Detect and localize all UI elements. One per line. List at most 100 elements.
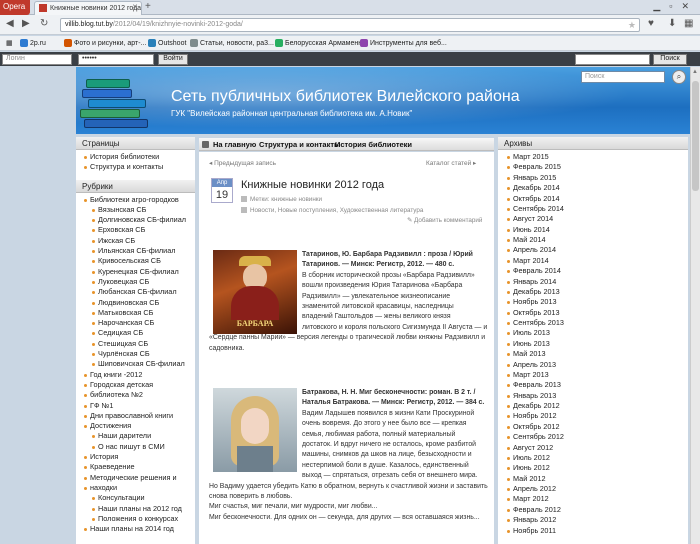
scroll-up-icon[interactable]: ▲ — [692, 69, 698, 75]
bookmark-tools[interactable]: Инструменты для веб... — [360, 39, 447, 47]
tab-active[interactable]: Книжные новинки 2012 года ✕ — [34, 1, 142, 15]
rubric-item[interactable]: Кривосельская СБ — [84, 256, 191, 266]
archive-item[interactable]: Июль 2012 — [506, 453, 684, 463]
book-cover-batrakova[interactable] — [213, 388, 297, 472]
archive-item[interactable]: Февраль 2014 — [506, 266, 684, 276]
scrollbar-thumb[interactable] — [692, 81, 699, 191]
rubric-item[interactable]: О нас пишут в СМИ — [84, 442, 191, 452]
speeddial-icon[interactable]: ▦ — [684, 18, 693, 29]
archive-item[interactable]: Февраль 2013 — [506, 380, 684, 390]
rubric-item[interactable]: Ерховская СБ — [84, 225, 191, 235]
archive-item[interactable]: Июль 2013 — [506, 328, 684, 338]
rubric-item[interactable]: Библиотеки агро-городков — [84, 195, 191, 205]
search-icon[interactable]: ⌕ — [672, 70, 686, 84]
rubric-item[interactable]: Людвиновская СБ — [84, 298, 191, 308]
rubric-item[interactable]: библиотека №2 — [84, 390, 191, 400]
site-title[interactable]: Сеть публичных библиотек Вилейского райо… — [171, 88, 520, 106]
next-post-link[interactable]: Каталог статей ▸ — [426, 159, 476, 167]
archive-item[interactable]: Февраль 2015 — [506, 162, 684, 172]
archive-item[interactable]: Январь 2013 — [506, 391, 684, 401]
archive-item[interactable]: Март 2012 — [506, 494, 684, 504]
tab-close-icon[interactable]: ✕ — [132, 3, 138, 11]
rubric-item[interactable]: Наши планы на 2012 год — [84, 504, 191, 514]
rubric-item[interactable]: Методические решения и — [84, 473, 191, 483]
window-controls[interactable]: ▁▫✕ — [653, 1, 698, 12]
archive-item[interactable]: Январь 2015 — [506, 173, 684, 183]
opera-menu-button[interactable]: Opera — [0, 0, 30, 15]
rubric-item[interactable]: Положения о конкурсах — [84, 514, 191, 524]
bookmarks-grid-icon[interactable]: ▦ — [6, 39, 13, 47]
rubric-item[interactable]: Краеведение — [84, 462, 191, 472]
rubric-item[interactable]: Любанская СБ-филиал — [84, 287, 191, 297]
sidebar-item-history[interactable]: История библиотеки — [84, 152, 191, 162]
top-search-button[interactable]: Поиск — [653, 54, 687, 65]
bookmark-star-icon[interactable]: ★ — [628, 20, 636, 31]
rubric-item[interactable]: Достижения — [84, 421, 191, 431]
archive-item[interactable]: Ноябрь 2013 — [506, 297, 684, 307]
archive-item[interactable]: Сентябрь 2013 — [506, 318, 684, 328]
rubric-item[interactable]: Седицкая СБ — [84, 328, 191, 338]
prev-post-link[interactable]: ◂ Предыдущая запись — [209, 159, 276, 167]
rubric-item[interactable]: Дни православной книги — [84, 411, 191, 421]
archive-item[interactable]: Апрель 2014 — [506, 245, 684, 255]
post-title[interactable]: Книжные новинки 2012 года — [241, 179, 384, 191]
archive-item[interactable]: Апрель 2012 — [506, 484, 684, 494]
archive-item[interactable]: Сентябрь 2012 — [506, 432, 684, 442]
reload-icon[interactable]: ↻ — [40, 18, 48, 29]
menu-history[interactable]: История библиотеки — [335, 140, 412, 149]
rubric-item[interactable]: Год книги -2012 — [84, 370, 191, 380]
password-input[interactable]: •••••• — [78, 54, 154, 65]
top-search-input[interactable] — [575, 54, 650, 65]
header-search-input[interactable]: Поиск — [581, 71, 665, 83]
archive-item[interactable]: Октябрь 2012 — [506, 422, 684, 432]
sidebar-item-structure[interactable]: Структура и контакты — [84, 162, 191, 172]
archive-item[interactable]: Апрель 2013 — [506, 360, 684, 370]
rubric-item[interactable]: Вязынская СБ — [84, 205, 191, 215]
rubric-item[interactable]: Нарочанская СБ — [84, 318, 191, 328]
rubric-item[interactable]: ГФ №1 — [84, 401, 191, 411]
archive-item[interactable]: Март 2013 — [506, 370, 684, 380]
rubric-item[interactable]: Наши дарители — [84, 431, 191, 441]
rubric-item[interactable]: Луковецкая СБ — [84, 277, 191, 287]
bookmark-outshoot[interactable]: Outshoot — [148, 39, 186, 47]
forward-icon[interactable]: ▶ — [22, 18, 30, 29]
rubric-item[interactable]: История — [84, 452, 191, 462]
archive-item[interactable]: Февраль 2012 — [506, 505, 684, 515]
back-icon[interactable]: ◀ — [6, 18, 14, 29]
archive-item[interactable]: Май 2013 — [506, 349, 684, 359]
add-comment-link[interactable]: ✎ Добавить комментарий — [407, 217, 482, 224]
bookmark-armament[interactable]: Белорусская Армаменн... — [275, 39, 368, 47]
rubric-item[interactable]: Консультации — [84, 493, 191, 503]
archive-item[interactable]: Август 2014 — [506, 214, 684, 224]
archive-item[interactable]: Март 2014 — [506, 256, 684, 266]
rubric-item[interactable]: Чурлёнская СБ — [84, 349, 191, 359]
rubric-item[interactable]: Ижская СБ — [84, 236, 191, 246]
archive-item[interactable]: Март 2015 — [506, 152, 684, 162]
bookmark-2p[interactable]: 2p.ru — [20, 39, 46, 47]
rubric-item[interactable]: Наши планы на 2014 год — [84, 524, 191, 534]
archive-item[interactable]: Декабрь 2012 — [506, 401, 684, 411]
archive-item[interactable]: Сентябрь 2014 — [506, 204, 684, 214]
archive-item[interactable]: Октябрь 2014 — [506, 194, 684, 204]
archive-item[interactable]: Июнь 2013 — [506, 339, 684, 349]
archive-item[interactable]: Май 2012 — [506, 474, 684, 484]
archive-item[interactable]: Август 2012 — [506, 443, 684, 453]
new-tab-button[interactable]: + — [145, 1, 151, 12]
page-scrollbar[interactable]: ▲ — [690, 67, 700, 544]
archive-item[interactable]: Январь 2014 — [506, 277, 684, 287]
download-icon[interactable]: ⬇ — [668, 18, 676, 29]
archive-item[interactable]: Ноябрь 2012 — [506, 411, 684, 421]
bookmark-statyi[interactable]: Статьи, новости, ра3... — [190, 39, 274, 47]
archive-item[interactable]: Декабрь 2013 — [506, 287, 684, 297]
book-cover-barbara[interactable]: БАРБАРА — [213, 250, 297, 334]
bookmark-foto[interactable]: Фото и рисунки, арт-... — [64, 39, 146, 47]
address-bar[interactable]: villib.blog.tut.by/2012/04/19/knizhnyie-… — [60, 18, 640, 32]
login-input[interactable]: Логин — [2, 54, 72, 65]
archive-item[interactable]: Июнь 2014 — [506, 225, 684, 235]
login-button[interactable]: Войти — [158, 54, 188, 65]
menu-structure[interactable]: Структура и контакты — [259, 140, 340, 149]
archive-item[interactable]: Декабрь 2014 — [506, 183, 684, 193]
archive-item[interactable]: Январь 2012 — [506, 515, 684, 525]
archive-item[interactable]: Ноябрь 2011 — [506, 526, 684, 536]
archive-item[interactable]: Октябрь 2013 — [506, 308, 684, 318]
